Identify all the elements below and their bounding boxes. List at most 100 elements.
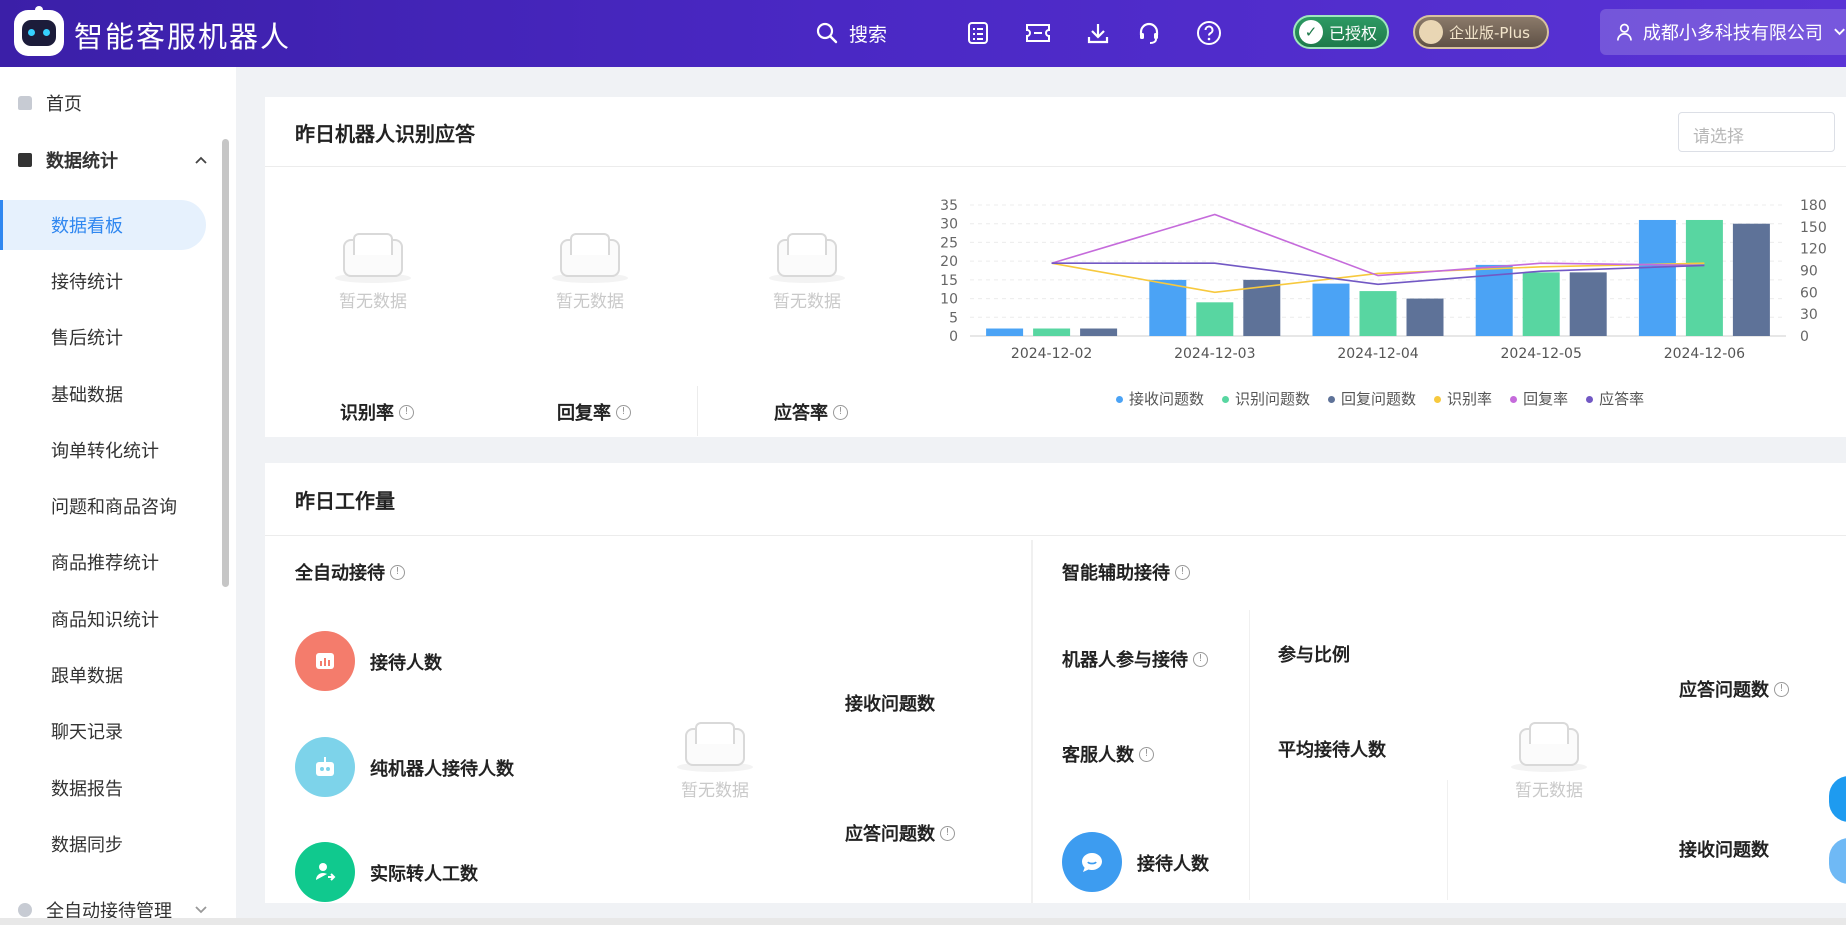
agent-count-label: 客服人数!: [1062, 741, 1154, 767]
empty-box-icon: [677, 722, 753, 772]
empty-text: 暂无数据: [339, 292, 407, 312]
top-bar: 智能客服机器人 搜索 ✓ 已授权 企业版-Plus 成都小多科技有限公司: [0, 0, 1846, 67]
bar: [1732, 223, 1770, 336]
info-icon[interactable]: !: [390, 564, 405, 580]
actual-transfer-label: 实际转人工数: [370, 864, 478, 885]
empty-box-icon: [335, 233, 411, 283]
y2-tick-label: 180: [1800, 198, 1827, 214]
y2-tick-label: 90: [1800, 264, 1818, 280]
empty-state: 暂无数据: [752, 233, 862, 312]
bar: [1080, 328, 1118, 336]
company-menu[interactable]: 成都小多科技有限公司: [1600, 9, 1846, 55]
bar: [1033, 328, 1071, 336]
x-tick-label: 2024-12-05: [1501, 346, 1582, 362]
x-tick-label: 2024-12-03: [1174, 346, 1255, 362]
empty-state: 暂无数据: [660, 722, 770, 801]
help-icon[interactable]: [1194, 18, 1224, 48]
legend-item[interactable]: 接收问题数: [1116, 388, 1204, 409]
plan-label: 企业版-Plus: [1449, 23, 1530, 42]
legend-item[interactable]: 回复问题数: [1328, 388, 1416, 409]
y-tick-label: 25: [940, 235, 958, 251]
building-icon: [1419, 20, 1443, 44]
bar: [1685, 219, 1723, 336]
bar: [986, 328, 1024, 336]
bar: [1312, 283, 1350, 336]
assist-received-label: 接收问题数: [1679, 840, 1769, 861]
legend-item[interactable]: 识别率: [1434, 388, 1492, 409]
sidebar-item-chat-records[interactable]: 聊天记录: [0, 706, 224, 756]
sidebar-item-label: 聊天记录: [51, 722, 123, 743]
info-icon[interactable]: !: [940, 825, 955, 841]
info-icon[interactable]: !: [616, 404, 631, 420]
bar: [1359, 291, 1397, 336]
x-tick-label: 2024-12-02: [1011, 346, 1092, 362]
y-tick-label: 30: [940, 217, 958, 233]
y-tick-label: 15: [940, 273, 958, 289]
empty-box-icon: [1511, 722, 1587, 772]
sidebar-item-label: 数据看板: [51, 216, 123, 237]
sidebar-item-label: 首页: [46, 94, 82, 115]
bar: [1196, 302, 1234, 336]
robot-icon: [295, 737, 355, 797]
search-button[interactable]: 搜索: [815, 18, 887, 48]
authorized-badge: ✓ 已授权: [1293, 15, 1389, 49]
sidebar-item-data-sync[interactable]: 数据同步: [0, 819, 224, 869]
y-tick-label: 10: [940, 292, 958, 308]
sidebar-scrollbar[interactable]: [222, 139, 229, 587]
sidebar-item-question-product[interactable]: 问题和商品咨询: [0, 481, 224, 531]
sidebar-item-label: 商品知识统计: [51, 610, 159, 631]
horizontal-scrollbar[interactable]: [0, 918, 1846, 925]
bar: [1638, 219, 1676, 336]
empty-text: 暂无数据: [556, 292, 624, 312]
legend-item[interactable]: 回复率: [1510, 388, 1568, 409]
empty-state: 暂无数据: [535, 233, 645, 312]
sidebar-item-reception-stats[interactable]: 接待统计: [0, 256, 224, 306]
participation-ratio-label: 参与比例: [1278, 645, 1350, 666]
download-icon[interactable]: [1083, 18, 1113, 48]
info-icon[interactable]: !: [399, 404, 414, 420]
answered-questions-label: 应答问题数!: [845, 820, 955, 846]
check-icon: ✓: [1299, 20, 1323, 44]
info-icon[interactable]: !: [1175, 564, 1190, 580]
sidebar-item-inquiry-conversion[interactable]: 询单转化统计: [0, 425, 224, 475]
sidebar-item-aftersale-stats[interactable]: 售后统计: [0, 312, 224, 362]
sidebar-item-home[interactable]: 首页: [0, 78, 224, 128]
company-name: 成都小多科技有限公司: [1642, 23, 1823, 44]
info-icon[interactable]: !: [1774, 681, 1789, 697]
headset-icon[interactable]: [1134, 18, 1164, 48]
sidebar-item-product-recommend[interactable]: 商品推荐统计: [0, 537, 224, 587]
sidebar-item-product-knowledge[interactable]: 商品知识统计: [0, 594, 224, 644]
robot-participation-label: 机器人参与接待!: [1062, 646, 1208, 672]
sidebar-item-label: 接待统计: [51, 272, 123, 293]
recognition-chart: 0 5 10 15 20 25 30 35 0 30 60 90 120 150 180 2024-12-02…: [940, 198, 1827, 362]
legend-item[interactable]: 识别问题数: [1222, 388, 1310, 409]
transfer-user-icon: [295, 842, 355, 902]
chat-bubble-icon: [1062, 832, 1122, 892]
ticket-icon[interactable]: [1023, 18, 1053, 48]
empty-state: 暂无数据: [1494, 722, 1604, 801]
app-title: 智能客服机器人: [74, 20, 292, 54]
recognition-card-title: 昨日机器人识别应答: [295, 122, 475, 146]
info-icon[interactable]: !: [1139, 746, 1154, 762]
recognition-rate-label: 识别率!: [340, 399, 414, 425]
sidebar-item-basic-data[interactable]: 基础数据: [0, 369, 224, 419]
search-icon: [816, 22, 838, 44]
info-icon[interactable]: !: [833, 404, 848, 420]
sidebar-item-followup-data[interactable]: 跟单数据: [0, 650, 224, 700]
empty-state: 暂无数据: [318, 233, 428, 312]
sidebar-item-data-report[interactable]: 数据报告: [0, 763, 224, 813]
column-divider: [1031, 540, 1033, 903]
y-tick-label: 20: [940, 254, 958, 270]
assist-answered-label: 应答问题数!: [1679, 676, 1789, 702]
bar: [1406, 298, 1444, 336]
date-select[interactable]: 请选择: [1678, 112, 1835, 152]
sidebar-group-data-stats[interactable]: 数据统计: [0, 135, 224, 185]
sidebar-item-label: 商品推荐统计: [51, 553, 159, 574]
info-icon[interactable]: !: [1193, 651, 1208, 667]
y-tick-label: 0: [949, 329, 958, 345]
column-divider: [1249, 610, 1250, 900]
checklist-icon[interactable]: [963, 18, 993, 48]
sidebar-item-dashboard[interactable]: 数据看板: [0, 200, 206, 250]
legend-item[interactable]: 应答率: [1586, 388, 1644, 409]
workload-card-title: 昨日工作量: [295, 489, 395, 513]
